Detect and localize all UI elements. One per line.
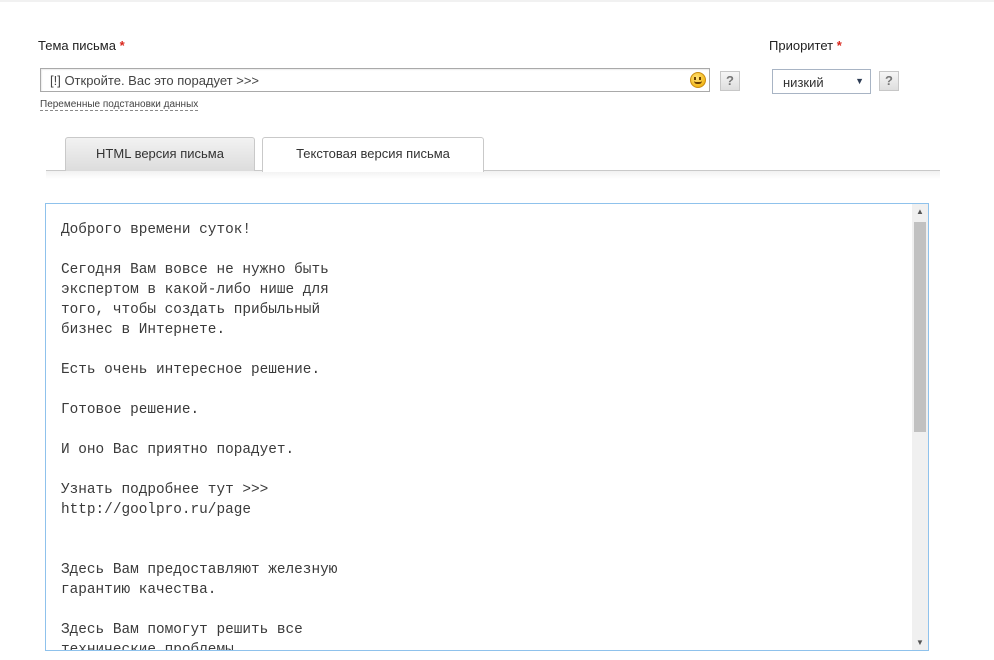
subject-input[interactable]: [!] Откройте. Вас это порадует >>> xyxy=(40,68,710,92)
scroll-down-icon[interactable]: ▼ xyxy=(912,638,928,647)
smiley-icon[interactable] xyxy=(690,72,706,88)
required-mark: * xyxy=(119,38,125,53)
top-divider xyxy=(0,0,994,2)
tab-text-version[interactable]: Текстовая версия письма xyxy=(262,137,484,172)
subject-help-button[interactable]: ? xyxy=(720,71,740,91)
priority-help-button[interactable]: ? xyxy=(879,71,899,91)
vertical-scrollbar[interactable]: ▲ ▼ xyxy=(912,204,928,650)
priority-select[interactable]: низкий ▼ xyxy=(772,69,871,94)
chevron-down-icon: ▼ xyxy=(855,76,864,86)
tab-html-version[interactable]: HTML версия письма xyxy=(65,137,255,171)
subject-label: Тема письма * xyxy=(38,38,125,53)
text-body-textarea[interactable]: Доброго времени суток! Сегодня Вам вовсе… xyxy=(45,203,929,651)
required-mark: * xyxy=(836,38,842,53)
text-body-content: Доброго времени суток! Сегодня Вам вовсе… xyxy=(61,222,338,651)
priority-label: Приоритет * xyxy=(769,38,842,53)
subject-input-value: [!] Откройте. Вас это порадует >>> xyxy=(50,73,260,88)
tabs-shadow xyxy=(46,171,940,179)
scroll-up-icon[interactable]: ▲ xyxy=(912,207,928,216)
priority-label-text: Приоритет xyxy=(769,38,834,53)
subject-label-text: Тема письма xyxy=(38,38,116,53)
priority-selected-value: низкий xyxy=(783,75,824,90)
variables-link[interactable]: Переменные подстановки данных xyxy=(40,99,199,111)
scroll-thumb[interactable] xyxy=(914,222,926,432)
